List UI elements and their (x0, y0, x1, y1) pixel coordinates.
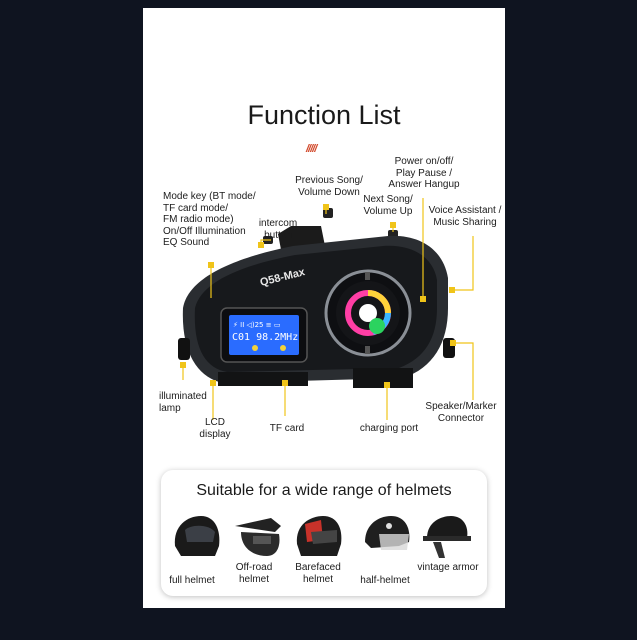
left-backdrop (0, 0, 143, 640)
right-backdrop (505, 0, 637, 640)
helmet-label-vintage: vintage armor (417, 562, 479, 573)
vintage-armor-helmet-image (423, 516, 471, 558)
ring-tick-bottom (365, 346, 370, 354)
ring-tick-top (365, 272, 370, 280)
half-helmet-image (365, 516, 410, 550)
side-lamp (178, 338, 190, 360)
label-previous-song: Previous Song/ Volume Down (295, 175, 363, 198)
label-speaker-connector: Speaker/Marker Connector (425, 401, 497, 424)
label-voice-assistant: Voice Assistant / Music Sharing (428, 205, 502, 228)
helmets-title: Suitable for a wide range of helmets (196, 482, 452, 499)
barefaced-helmet-image (296, 516, 342, 556)
bottom-foot-left (218, 372, 308, 386)
lcd-icon-b (280, 345, 286, 351)
bottom-foot-right (353, 368, 413, 388)
label-next-song: Next Song/ Volume Up (363, 194, 413, 217)
helmet-label-barefaced: Barefaced helmet (295, 562, 341, 585)
label-mode-key: Mode key (BT mode/ TF card mode/ FM radi… (163, 191, 256, 248)
lcd-icon-a (252, 345, 258, 351)
rgb-green-dot (369, 318, 385, 334)
label-tf-card: TF card (269, 423, 305, 434)
product-panel: Function List ///// Q58-Max ⚡ II ◁)25 ≡ … (143, 8, 505, 608)
label-illuminated-lamp: illuminated lamp (159, 391, 207, 414)
off-road-helmet-image (235, 518, 281, 556)
label-lcd-display: LCD display (199, 417, 231, 440)
label-charging-port: charging port (359, 423, 419, 434)
lcd-frequency: C01 98.2MHz (232, 332, 298, 343)
label-power: Power on/off/ Play Pause / Answer Hangup (388, 156, 460, 190)
lcd-status-line: ⚡ II ◁)25 ≡ ▭ (233, 321, 280, 329)
helmet-label-half: half-helmet (360, 575, 410, 586)
helmet-label-off-road: Off-road helmet (235, 562, 273, 585)
helmet-label-full: full helmet (169, 575, 215, 586)
label-intercom-button: intercom button (258, 218, 298, 241)
full-helmet-image (174, 516, 220, 556)
helmet-compatibility-card: Suitable for a wide range of helmets ful… (161, 470, 487, 596)
